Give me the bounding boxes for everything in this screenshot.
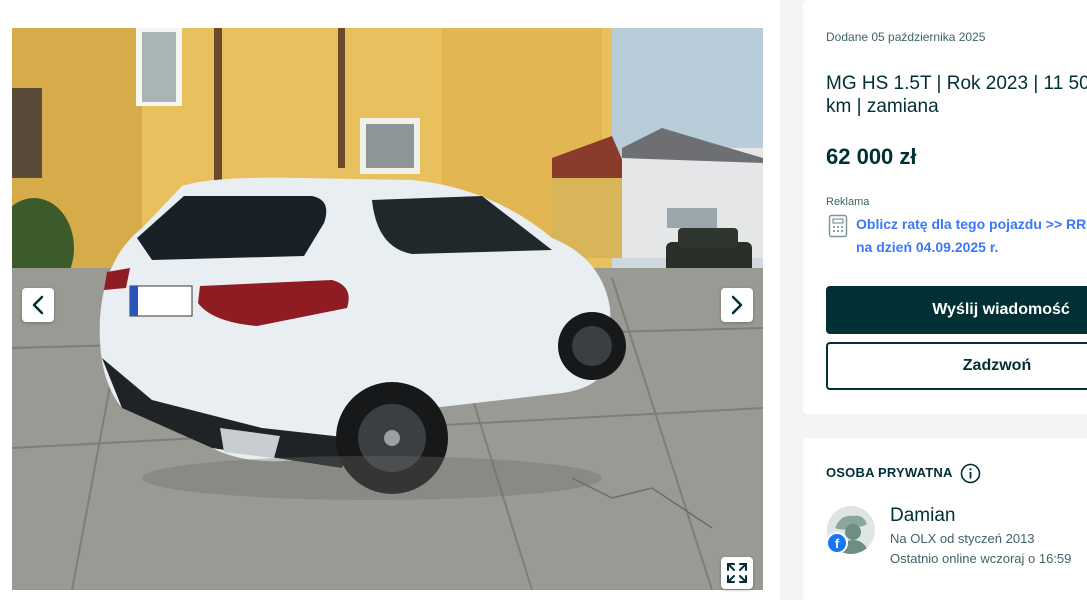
seller-member-since: Na OLX od styczeń 2013 — [890, 531, 1035, 546]
loan-calculator-link[interactable]: Oblicz ratę dla tego pojazdu >> RRSO na … — [856, 213, 1087, 259]
send-message-button[interactable]: Wyślij wiadomość — [826, 286, 1087, 334]
expand-icon — [727, 563, 747, 583]
listing-title: MG HS 1.5T | Rok 2023 | 11 500 km | zami… — [826, 73, 1087, 117]
calculator-icon — [828, 214, 848, 238]
loan-link-line-1: Oblicz ratę dla tego pojazdu >> RRSO — [856, 216, 1087, 232]
fullscreen-button[interactable] — [721, 557, 753, 589]
info-icon[interactable] — [960, 463, 981, 484]
seller-last-online: Ostatnio online wczoraj o 16:59 — [890, 551, 1072, 566]
seller-type-label: OSOBA PRYWATNA — [826, 465, 953, 480]
car-photo-illustration — [12, 28, 763, 590]
photo-gallery — [0, 0, 780, 600]
listing-photo[interactable] — [12, 28, 763, 590]
listing-date: Dodane 05 października 2025 — [826, 30, 986, 44]
seller-card: OSOBA PRYWATNA f Damian Na OLX od stycze… — [803, 438, 1087, 600]
previous-photo-button[interactable] — [22, 288, 54, 322]
facebook-icon: f — [826, 532, 848, 554]
next-photo-button[interactable] — [721, 288, 753, 322]
chevron-right-icon — [731, 295, 743, 315]
ad-label: Reklama — [826, 196, 870, 208]
chevron-left-icon — [32, 295, 44, 315]
listing-price: 62 000 zł — [826, 144, 917, 169]
seller-name[interactable]: Damian — [890, 505, 955, 527]
listing-summary-card: Dodane 05 października 2025 MG HS 1.5T |… — [803, 0, 1087, 414]
call-button[interactable]: Zadzwoń — [826, 342, 1087, 390]
loan-link-line-2: na dzień 04.09.2025 r. — [856, 239, 999, 255]
